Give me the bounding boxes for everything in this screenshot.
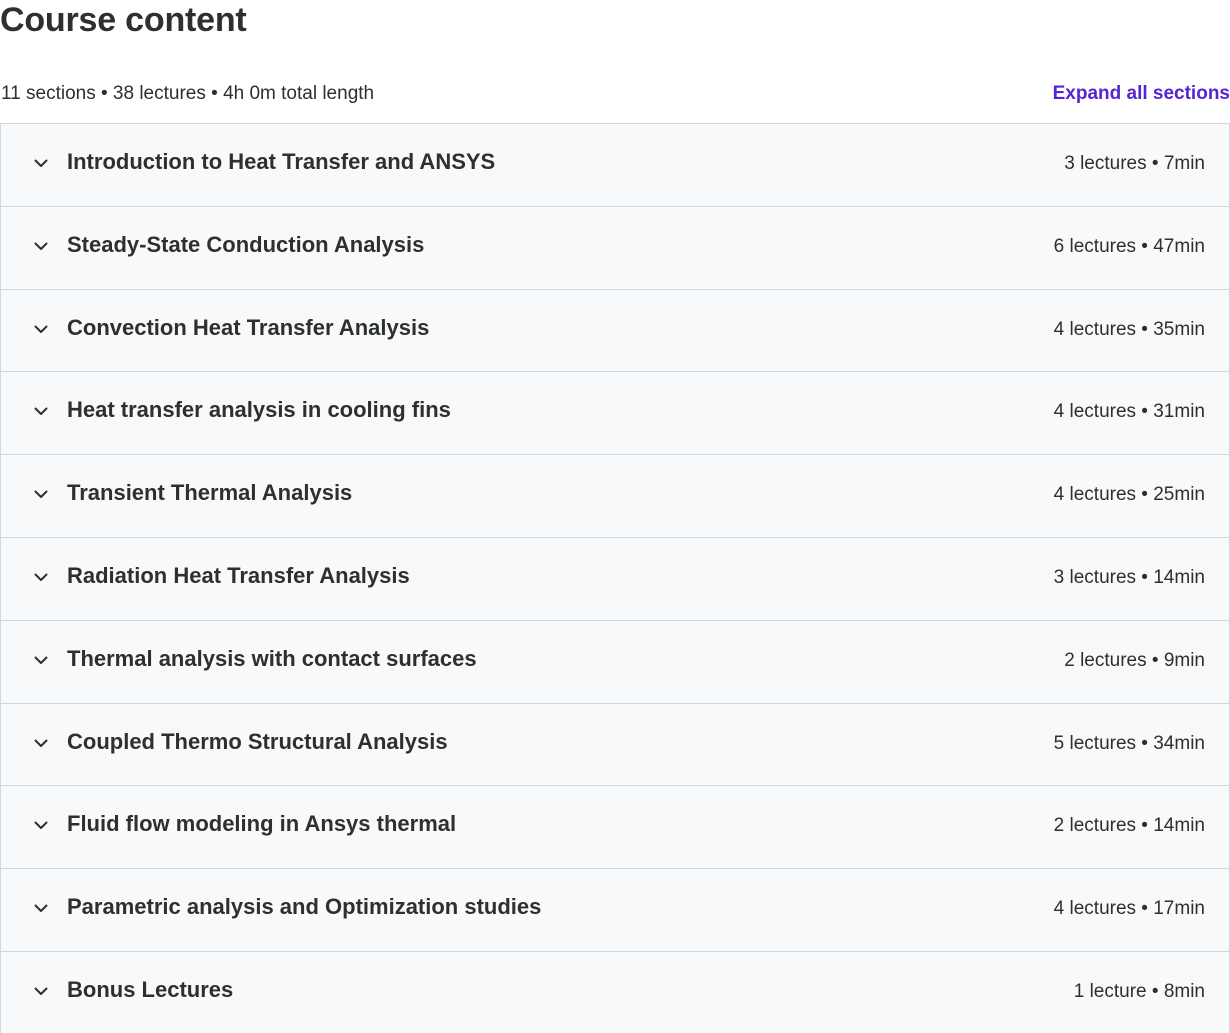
section-list: Introduction to Heat Transfer and ANSYS 3…: [0, 123, 1230, 1033]
chevron-down-icon[interactable]: [32, 237, 50, 255]
section-title: Radiation Heat Transfer Analysis: [67, 562, 410, 588]
section-row[interactable]: Introduction to Heat Transfer and ANSYS 3…: [1, 124, 1229, 207]
section-meta: 6 lectures • 47min: [1053, 235, 1205, 257]
section-meta: 4 lectures • 31min: [1053, 401, 1205, 423]
section-row[interactable]: Convection Heat Transfer Analysis 4 lectu…: [1, 289, 1229, 373]
section-meta: 2 lectures • 9min: [1064, 649, 1205, 671]
section-meta: 4 lectures • 17min: [1053, 898, 1205, 920]
section-row[interactable]: Transient Thermal Analysis 4 lectures • 2…: [1, 455, 1229, 538]
section-title: Transient Thermal Analysis: [67, 480, 353, 506]
chevron-down-icon[interactable]: [32, 568, 50, 586]
section-row[interactable]: Fluid flow modeling in Ansys thermal 2 le…: [1, 786, 1229, 870]
section-meta: 1 lecture • 8min: [1073, 980, 1205, 1002]
section-row[interactable]: Heat transfer analysis in cooling fins 4 …: [1, 372, 1229, 456]
chevron-down-icon[interactable]: [32, 816, 50, 834]
section-title: Heat transfer analysis in cooling fins: [67, 397, 451, 423]
chevron-down-icon[interactable]: [32, 402, 50, 420]
section-title: Coupled Thermo Structural Analysis: [67, 728, 448, 754]
course-summary: 11 sections • 38 lectures • 4h 0m total …: [1, 83, 375, 104]
section-meta: 4 lectures • 35min: [1053, 318, 1205, 340]
summary-bar: 11 sections • 38 lectures • 4h 0m total …: [0, 80, 1230, 108]
section-title: Introduction to Heat Transfer and ANSYS: [67, 149, 496, 174]
chevron-down-icon[interactable]: [32, 982, 50, 1000]
chevron-down-icon[interactable]: [32, 651, 50, 669]
section-meta: 2 lectures • 14min: [1053, 815, 1205, 837]
course-content: Course content 11 sections • 38 lectures…: [0, 0, 1230, 1033]
section-title: Parametric analysis and Optimization stu…: [67, 894, 542, 920]
section-title: Steady-State Conduction Analysis: [67, 231, 425, 257]
page-title: Course content: [0, 1, 247, 39]
section-meta: 3 lectures • 14min: [1053, 566, 1205, 588]
chevron-down-icon[interactable]: [32, 320, 50, 338]
chevron-down-icon[interactable]: [32, 154, 50, 172]
section-meta: 4 lectures • 25min: [1053, 484, 1205, 506]
section-title: Convection Heat Transfer Analysis: [67, 314, 430, 340]
section-title: Thermal analysis with contact surfaces: [67, 645, 477, 671]
section-row[interactable]: Coupled Thermo Structural Analysis 5 lect…: [1, 703, 1229, 787]
chevron-down-icon[interactable]: [32, 899, 50, 917]
chevron-down-icon[interactable]: [32, 734, 50, 752]
expand-all-sections-button[interactable]: Expand all sections: [1053, 82, 1230, 106]
chevron-down-icon[interactable]: [32, 485, 50, 503]
section-title: Fluid flow modeling in Ansys thermal: [67, 811, 457, 837]
section-row[interactable]: Parametric analysis and Optimization stu…: [1, 869, 1229, 952]
section-row[interactable]: Thermal analysis with contact surfaces 2 …: [1, 620, 1229, 704]
section-title: Bonus Lectures: [67, 976, 234, 1002]
section-row[interactable]: Steady-State Conduction Analysis 6 lectur…: [1, 206, 1229, 290]
section-row[interactable]: Bonus Lectures 1 lecture • 8min: [1, 951, 1229, 1033]
section-meta: 5 lectures • 34min: [1053, 732, 1205, 754]
section-meta: 3 lectures • 7min: [1064, 153, 1205, 174]
section-row[interactable]: Radiation Heat Transfer Analysis 3 lectur…: [1, 537, 1229, 621]
